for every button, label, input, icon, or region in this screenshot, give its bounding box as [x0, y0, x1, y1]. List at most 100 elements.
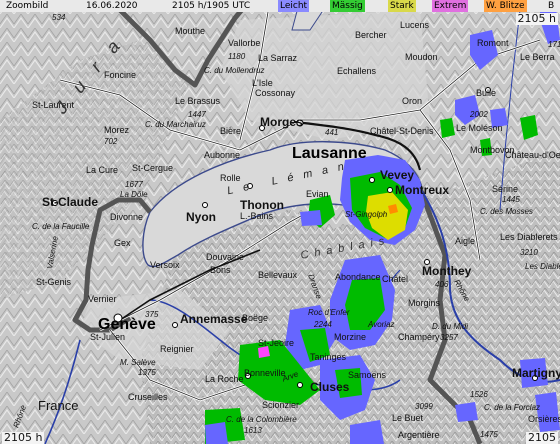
place-label: Thonon — [240, 198, 284, 212]
country-label: France — [38, 398, 79, 413]
place-label: Moudon — [405, 52, 438, 62]
place-label: Aubonne — [204, 150, 241, 160]
place-label: Le Moléson — [456, 123, 503, 133]
time-corner-bottom-left: 2105 h — [2, 431, 45, 444]
place-label: Les Diablet — [525, 262, 560, 271]
place-label: 1526 — [470, 390, 488, 399]
place-label: Château-d'Oex — [505, 150, 560, 160]
place-label: Roc d'Enfer — [308, 308, 350, 317]
place-label: Evian — [306, 189, 329, 199]
place-label: Avoriaz — [368, 320, 395, 329]
place-label: Bercher — [355, 30, 387, 40]
place-label: 1613 — [244, 426, 262, 435]
legend-suffix: B — [548, 1, 555, 11]
time-corner-top-right: 2105 h — [515, 12, 558, 25]
place-label: Aigle — [455, 236, 476, 246]
place-label: L'Isle — [252, 78, 273, 88]
place-label: Samoëns — [348, 370, 387, 380]
place-label: St-Claude — [42, 195, 99, 209]
place-label: Vernier — [88, 294, 117, 304]
place-label: Boëge — [242, 313, 269, 323]
place-label: 702 — [104, 137, 118, 146]
place-label: C. du Marchairuz — [145, 120, 206, 129]
place-label: Cruseilles — [128, 392, 168, 402]
radar-light-cell — [455, 402, 478, 422]
place-label: St-Genis — [36, 277, 72, 287]
legend-strong: Stark — [388, 0, 416, 12]
place-label: Les Diablerets — [500, 232, 558, 242]
place-label: M. Salève — [120, 358, 156, 367]
place-label: C. de la Colombière — [226, 415, 297, 424]
place-label: 2244 — [314, 320, 332, 329]
place-label: Montreux — [395, 183, 449, 197]
place-label: Romont — [477, 38, 509, 48]
place-label: C. de la Forclaz — [484, 403, 541, 412]
place-label: Abondance — [335, 272, 381, 282]
place-label: Le Brassus — [175, 96, 221, 106]
place-label: Foncine — [104, 70, 137, 80]
place-label: 1475 — [480, 430, 498, 439]
place-label: 534 — [52, 13, 66, 22]
place-label: C. des Mosses — [480, 207, 533, 216]
place-label: Cluses — [310, 380, 350, 394]
place-label: Gex — [114, 238, 131, 248]
mode-label: Zoombild — [6, 1, 49, 11]
place-label: 1447 — [188, 110, 206, 119]
place-label: Martigny — [512, 366, 560, 380]
place-label: La Dôle — [120, 190, 148, 199]
time-label: 2105 h/1905 UTC — [172, 1, 251, 11]
place-label: Versoix — [150, 260, 180, 270]
place-label: 3257 — [440, 333, 458, 342]
place-label: Lucens — [400, 20, 430, 30]
place-label: Rolle — [220, 173, 241, 183]
place-label: Bonneville — [244, 368, 286, 378]
place-label: Echallens — [337, 66, 377, 76]
place-label: Châtel-St-Denis — [370, 126, 434, 136]
place-label: La Cure — [86, 165, 119, 175]
place-label: Scionzier — [262, 400, 300, 410]
legend-light: Leicht — [278, 0, 310, 12]
time-corner-bottom-right: 2105 — [526, 431, 558, 444]
place-label: Douvaine — [206, 252, 245, 262]
place-label: D. du Midi — [432, 322, 469, 331]
place-label: 1719 — [548, 40, 560, 49]
place-label: Morez — [104, 125, 130, 135]
place-label: Bulle — [476, 88, 497, 98]
header-bar: Zoombild 16.06.2020 2105 h/1905 UTC Leic… — [0, 0, 560, 12]
date-label: 16.06.2020 — [86, 1, 138, 11]
place-label: Oron — [402, 96, 423, 106]
place-label: Morgins — [408, 298, 441, 308]
place-label: 3099 — [415, 402, 433, 411]
place-label: Nyon — [186, 210, 216, 224]
place-label: 406 — [435, 280, 449, 289]
place-label: Annemasse — [180, 312, 248, 326]
place-label: Le Berra — [520, 52, 555, 62]
place-label: Morzine — [334, 332, 367, 342]
place-label: 2002 — [470, 110, 488, 119]
place-label: Divonne — [110, 212, 144, 222]
place-label: Vallorbe — [228, 38, 261, 48]
place-label: St-Julien — [90, 332, 126, 342]
place-label: Le Buet — [392, 413, 424, 423]
place-label: Champéry — [398, 332, 440, 342]
place-label: 3210 — [520, 248, 538, 257]
place-label: Cossonay — [255, 88, 296, 98]
place-label: Reignier — [160, 344, 194, 354]
place-label: Mouthe — [175, 26, 206, 36]
place-label: Morges — [260, 115, 303, 129]
place-label: Orsières — [528, 414, 560, 424]
place-label: Bière — [220, 126, 242, 136]
legend-lightning: W. Blitze — [484, 0, 527, 12]
legend-moderate: Mässig — [330, 0, 365, 12]
place-label: La Roche — [205, 374, 244, 384]
place-label: St-Jeoire — [258, 338, 295, 348]
place-label: C. du Mollendruz — [204, 66, 265, 75]
place-label: St-Cergue — [132, 163, 174, 173]
place-label: L.-Bains — [240, 211, 274, 221]
place-label: 1180 — [228, 52, 246, 61]
place-label: 1445 — [502, 195, 520, 204]
place-label: Châtel — [382, 274, 409, 284]
place-label: Taninges — [310, 352, 347, 362]
place-label: Bons — [210, 265, 231, 275]
place-label: Lausanne — [292, 145, 367, 162]
